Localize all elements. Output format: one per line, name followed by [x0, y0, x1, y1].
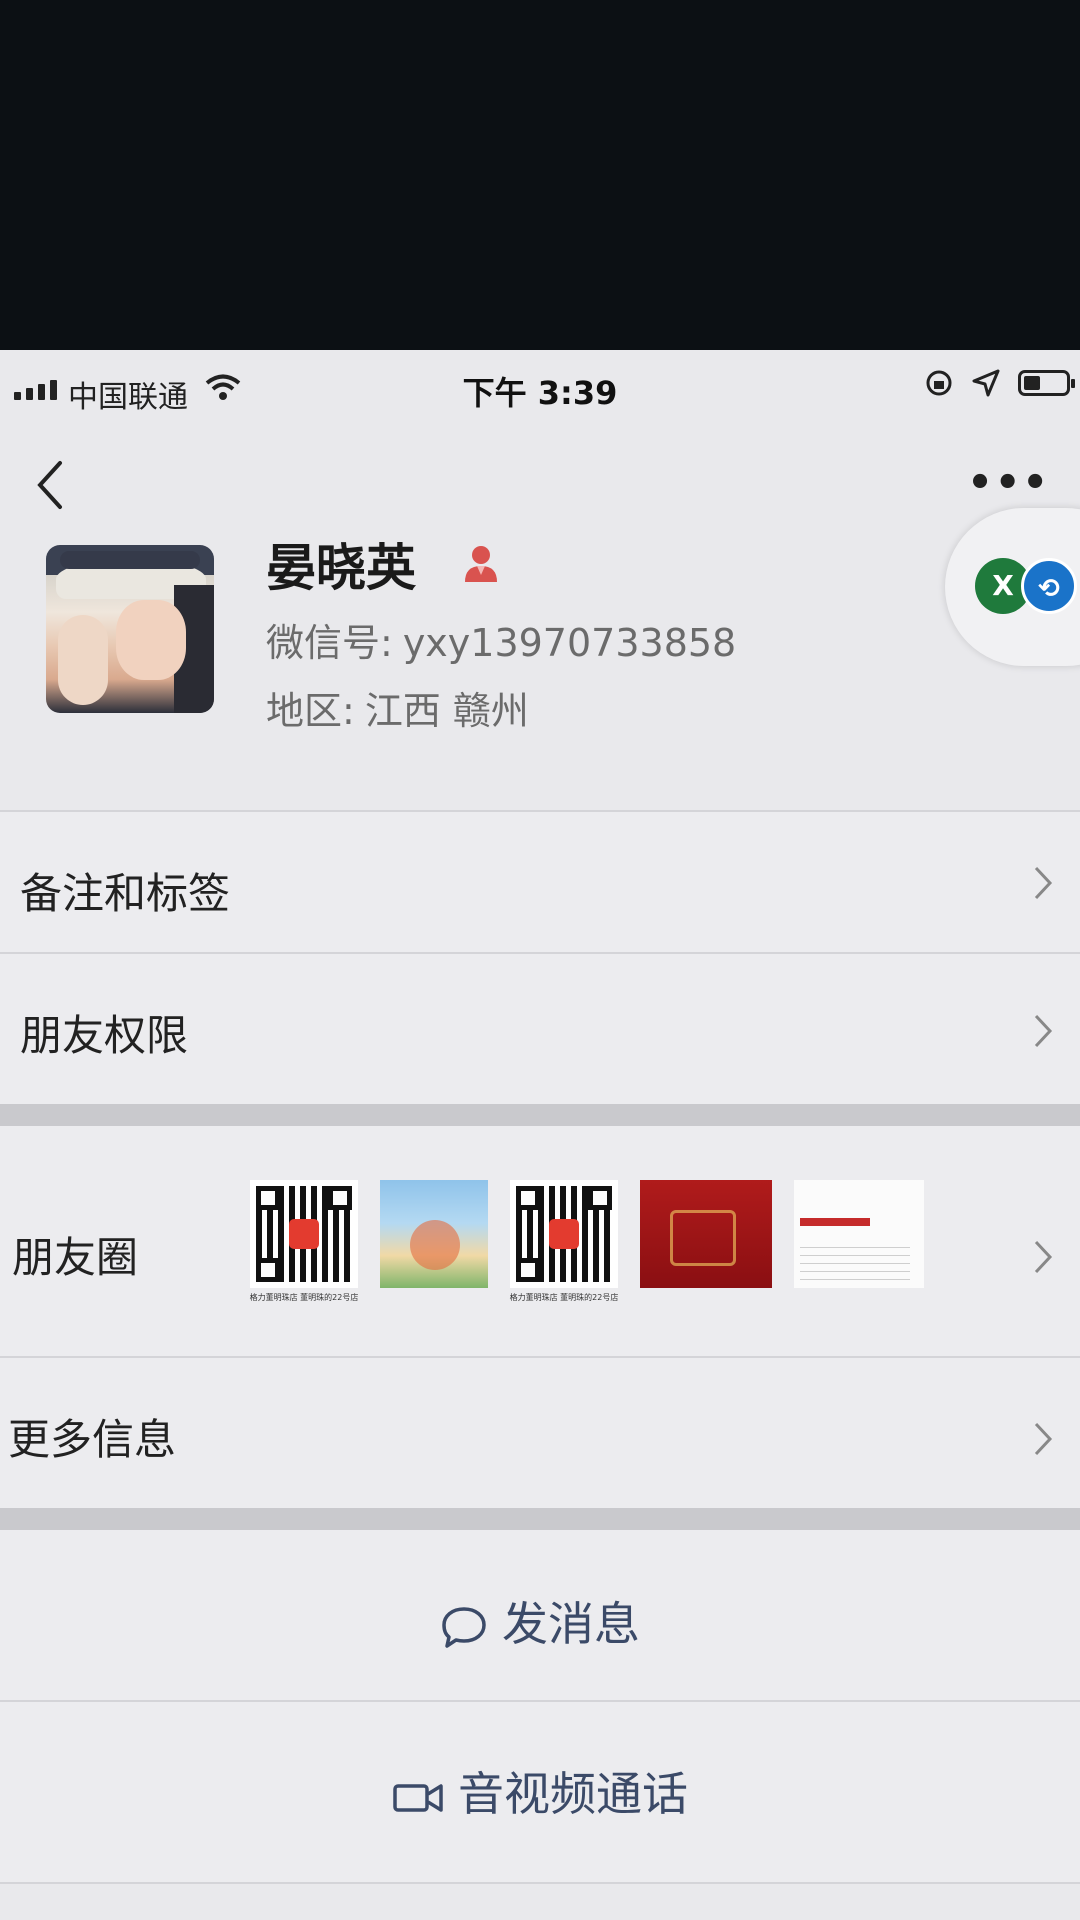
chevron-right-icon — [1034, 1014, 1053, 1048]
region-label: 地区: — [266, 689, 355, 733]
female-icon — [465, 546, 497, 582]
divider — [0, 1882, 1080, 1884]
moments-thumb-red-poster — [640, 1180, 772, 1288]
status-time: 下午 3:39 — [462, 374, 618, 412]
qr-caption: 格力董明珠店 董明珠的22号店 — [249, 1293, 359, 1302]
wechat-id-label: 微信号: — [266, 621, 393, 665]
region-value: 江西 赣州 — [364, 689, 529, 733]
moments-thumb-qr-code: 格力董明珠店 董明珠的22号店 — [250, 1180, 358, 1302]
row-label: 朋友权限 — [20, 1011, 189, 1060]
store-logo-icon — [549, 1219, 579, 1249]
contact-name: 晏晓英 — [266, 539, 416, 597]
qr-caption: 格力董明珠店 董明珠的22号店 — [509, 1293, 619, 1302]
wechat-id-value: yxy13970733858 — [402, 621, 737, 665]
store-logo-icon — [289, 1219, 319, 1249]
screen: 中国联通 下午 3:39 ••• 晏晓英 微信号: yxy13970733858… — [0, 350, 1080, 1920]
back-button[interactable] — [30, 455, 70, 515]
moments-thumb-qr-code: 格力董明珠店 董明珠的22号店 — [510, 1180, 618, 1302]
row-label: 备注和标签 — [20, 869, 231, 918]
video-camera-icon — [393, 1783, 443, 1812]
region: 地区: 江西 赣州 — [266, 680, 529, 735]
rotation-lock-icon — [926, 370, 952, 396]
chevron-right-icon — [1034, 1422, 1053, 1456]
wechat-id: 微信号: yxy13970733858 — [266, 612, 736, 667]
battery-icon — [1018, 370, 1075, 396]
send-message-label: 发消息 — [502, 1597, 640, 1651]
av-call-label: 音视频通话 — [458, 1767, 688, 1821]
status-bar: 中国联通 下午 3:39 — [0, 350, 1080, 420]
moments-thumb-poster — [380, 1180, 488, 1288]
row-remarks-tags[interactable]: 备注和标签 — [0, 812, 1080, 952]
moments-thumbnails[interactable]: 格力董明珠店 董明珠的22号店 格力董明珠店 董明珠的22号店 — [250, 1180, 924, 1302]
row-label: 更多信息 — [8, 1415, 177, 1464]
section-gap — [0, 1104, 1080, 1126]
chevron-right-icon — [1034, 866, 1053, 900]
chat-bubble-icon — [442, 1606, 486, 1648]
avatar[interactable] — [46, 545, 214, 713]
row-more-info[interactable]: 更多信息 — [0, 1358, 1080, 1508]
moments-thumb-document — [794, 1180, 924, 1288]
floating-app-button[interactable]: X ⟲ — [945, 508, 1080, 666]
section-gap — [0, 1508, 1080, 1530]
location-icon — [972, 369, 1000, 397]
more-options-button[interactable]: ••• — [967, 460, 1050, 506]
send-message-button[interactable]: 发消息 — [0, 1588, 1080, 1654]
row-label: 朋友圈 — [12, 1233, 139, 1282]
blue-app-icon: ⟲ — [1021, 558, 1077, 614]
av-call-button[interactable]: 音视频通话 — [0, 1758, 1080, 1824]
row-friend-permissions[interactable]: 朋友权限 — [0, 954, 1080, 1104]
chevron-right-icon — [1034, 1240, 1053, 1274]
